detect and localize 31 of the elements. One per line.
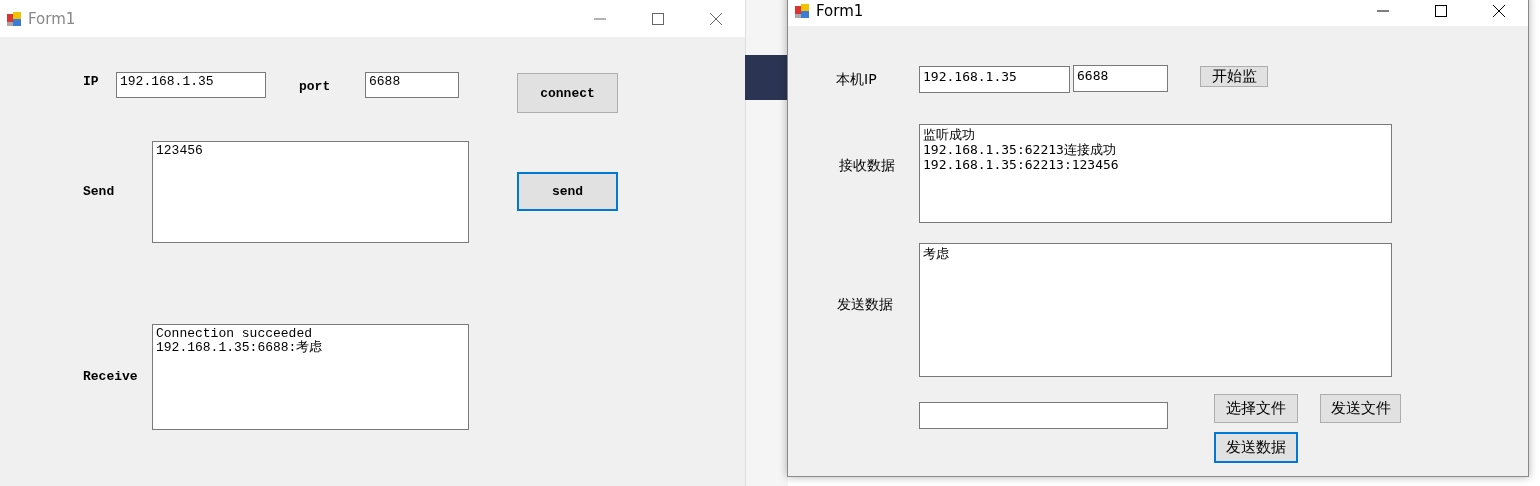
button[interactable]: 开始监: [1200, 66, 1268, 87]
maximize-icon: [652, 12, 664, 25]
close-icon: [1492, 3, 1506, 18]
window-title: Form1: [816, 1, 864, 20]
ip-field[interactable]: 192.168.1.35: [116, 72, 266, 98]
port-label: port: [299, 79, 331, 94]
send-label: 发送数据: [837, 296, 893, 314]
port-field[interactable]: 6688: [365, 72, 459, 98]
file-path-field[interactable]: [919, 402, 1168, 429]
window-title: Form1: [28, 9, 76, 28]
toolbar-band: [745, 55, 787, 100]
button[interactable]: send: [517, 172, 618, 211]
maximize-icon: [1435, 4, 1447, 17]
button[interactable]: 发送数据: [1214, 432, 1298, 463]
button[interactable]: 发送文件: [1320, 394, 1401, 423]
ip-label: IP: [83, 74, 99, 89]
receive-textbox[interactable]: 监听成功 192.168.1.35:62213连接成功 192.168.1.35:62213:123456: [919, 124, 1392, 223]
receive-label: 接收数据: [839, 157, 895, 175]
send-textbox[interactable]: 123456: [152, 141, 469, 243]
app-icon: [794, 2, 810, 19]
send-label: Send: [83, 184, 115, 199]
button[interactable]: 选择文件: [1214, 394, 1298, 423]
receive-textbox[interactable]: Connection succeeded 192.168.1.35:6688:考虑: [152, 324, 469, 430]
port-field[interactable]: 6688: [1073, 65, 1168, 92]
ip-label: 本机IP: [836, 71, 877, 89]
ip-field[interactable]: 192.168.1.35: [919, 66, 1070, 93]
close-icon: [709, 11, 723, 26]
receive-label: Receive: [83, 369, 138, 384]
app-icon: [6, 10, 22, 27]
button[interactable]: connect: [517, 73, 618, 113]
send-textbox[interactable]: 考虑: [919, 243, 1392, 377]
